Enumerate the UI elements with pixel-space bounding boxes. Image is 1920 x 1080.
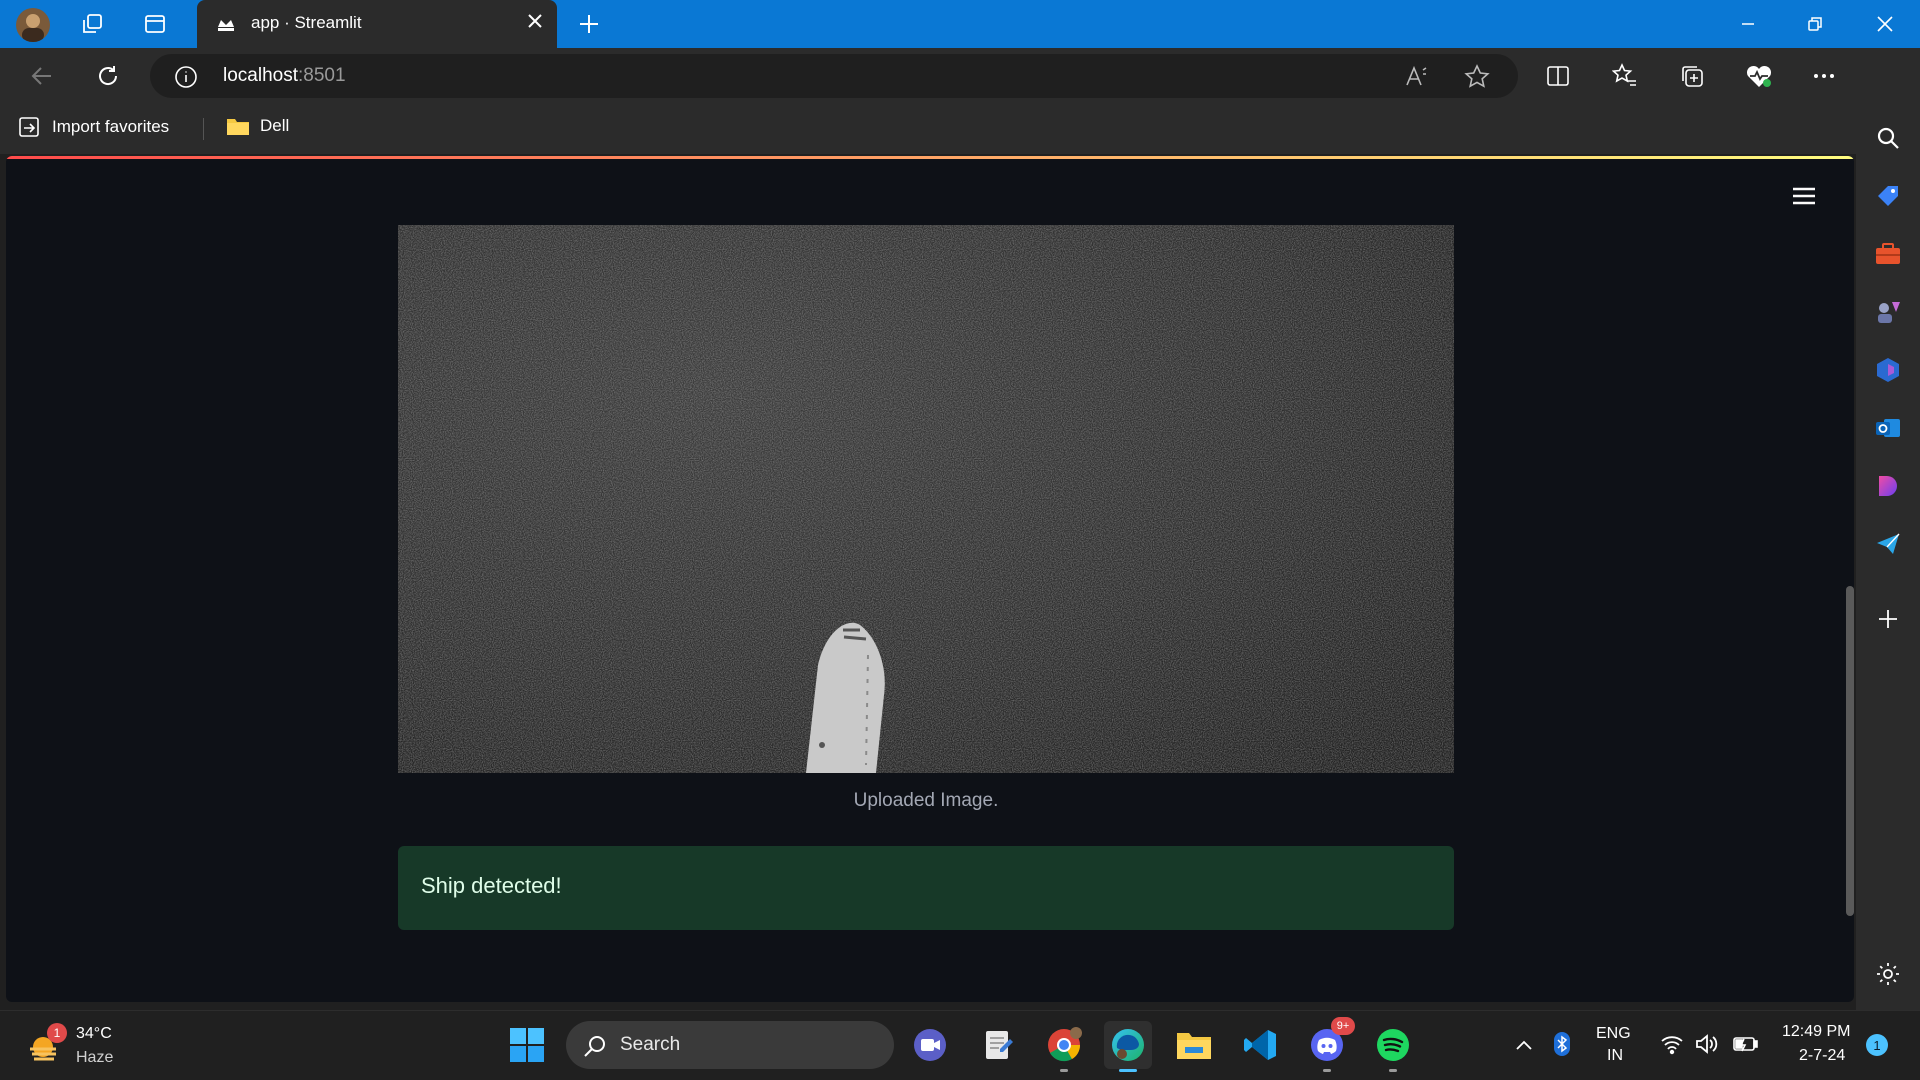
battery-icon[interactable]	[1730, 1035, 1758, 1053]
split-screen-icon[interactable]	[1542, 60, 1574, 92]
minimize-button[interactable]	[1715, 0, 1781, 48]
vscode-app-icon[interactable]	[1236, 1021, 1284, 1069]
running-indicator	[1060, 1069, 1068, 1072]
discord-app-icon[interactable]: 9+	[1303, 1017, 1355, 1072]
clock-date: 2-7-24	[1799, 1047, 1846, 1064]
chrome-app-icon[interactable]	[1040, 1021, 1088, 1072]
browser-essentials-icon[interactable]	[1743, 60, 1775, 92]
tools-briefcase-icon[interactable]	[1872, 238, 1904, 270]
running-indicator	[1389, 1069, 1397, 1072]
refresh-icon[interactable]	[92, 60, 124, 92]
weather-temperature: 34°C	[76, 1025, 112, 1042]
weather-widget[interactable]: 1	[26, 1023, 67, 1065]
search-placeholder: Search	[620, 1034, 681, 1055]
folder-label: Dell	[260, 116, 290, 135]
import-favorites-link[interactable]: Import favorites	[18, 116, 169, 138]
page-viewport: Uploaded Image. Ship detected!	[6, 156, 1854, 1002]
image-caption: Uploaded Image.	[853, 790, 999, 811]
search-icon[interactable]	[1872, 122, 1904, 154]
restore-button[interactable]	[1782, 0, 1848, 48]
active-indicator	[1119, 1069, 1137, 1072]
weather-description: Haze	[76, 1049, 114, 1066]
main-menu-icon[interactable]	[1790, 184, 1818, 208]
bluetooth-icon[interactable]	[1553, 1031, 1571, 1057]
microsoft-365-icon[interactable]	[1872, 354, 1904, 386]
profile-avatar[interactable]	[16, 8, 50, 42]
workspaces-icon[interactable]	[78, 10, 106, 38]
folder-icon	[227, 119, 249, 135]
favorites-divider	[203, 118, 204, 140]
clock-time[interactable]: 12:49 PM	[1782, 1023, 1850, 1041]
url-port: :8501	[298, 65, 346, 86]
shopping-tag-icon[interactable]	[1872, 180, 1904, 212]
show-hidden-icons-chevron-icon[interactable]	[1514, 1035, 1534, 1055]
success-alert: Ship detected!	[398, 846, 1454, 930]
tab-title: app · Streamlit	[251, 13, 362, 32]
back-arrow-icon[interactable]	[26, 60, 58, 92]
sidebar-settings-gear-icon[interactable]	[1872, 958, 1904, 990]
add-sidebar-app-icon[interactable]	[1872, 603, 1904, 635]
address-bar[interactable]: localhost:8501	[150, 54, 1518, 98]
notification-center-badge[interactable]: 1	[1866, 1034, 1888, 1056]
outlook-icon[interactable]	[1872, 412, 1904, 444]
browser-toolbar: localhost:8501	[0, 48, 1920, 104]
input-language[interactable]: ENG	[1596, 1025, 1631, 1043]
uploaded-image	[398, 225, 1454, 773]
taskbar-search[interactable]: Search	[566, 1021, 894, 1069]
running-indicator	[1323, 1069, 1331, 1072]
volume-icon[interactable]	[1694, 1033, 1720, 1055]
more-options-icon[interactable]	[1808, 60, 1840, 92]
wifi-icon[interactable]	[1660, 1033, 1684, 1055]
edge-app-icon[interactable]	[1104, 1021, 1152, 1072]
import-icon	[19, 117, 39, 137]
tab-actions-icon[interactable]	[141, 10, 169, 38]
spotify-app-icon[interactable]	[1369, 1021, 1417, 1072]
streamlit-favicon	[215, 13, 237, 35]
file-explorer-app-icon[interactable]	[1170, 1021, 1218, 1069]
close-tab-icon[interactable]	[525, 11, 545, 31]
designer-icon[interactable]	[1872, 470, 1904, 502]
search-magnifier-icon	[582, 1033, 608, 1059]
windows-taskbar: 1 34°C Haze Search 9+ ENG IN 12:49 PM 2-…	[0, 1010, 1920, 1080]
notepad-app-icon[interactable]	[974, 1021, 1022, 1069]
close-window-button[interactable]	[1852, 0, 1918, 48]
streamlit-decoration-bar	[6, 156, 1854, 159]
import-favorites-label: Import favorites	[52, 117, 170, 136]
page-scrollbar[interactable]	[1846, 586, 1854, 916]
edge-sidebar	[1856, 48, 1920, 1010]
favorites-folder-dell[interactable]: Dell	[226, 116, 289, 136]
games-icon[interactable]	[1872, 296, 1904, 328]
favorites-list-icon[interactable]	[1609, 60, 1641, 92]
read-aloud-icon[interactable]	[1404, 64, 1430, 90]
send-telegram-icon[interactable]	[1872, 528, 1904, 560]
new-tab-icon[interactable]	[575, 10, 603, 38]
input-region: IN	[1607, 1047, 1623, 1064]
favorites-bar: Import favorites Dell	[0, 104, 1856, 154]
url-host: localhost	[223, 65, 298, 86]
site-info-icon[interactable]	[174, 65, 198, 89]
browser-tab-active[interactable]: app · Streamlit	[197, 0, 557, 48]
collections-icon[interactable]	[1676, 60, 1708, 92]
start-button[interactable]	[503, 1021, 551, 1069]
meet-app-icon[interactable]	[906, 1021, 954, 1069]
url-text: localhost:8501	[223, 65, 346, 87]
alert-message: Ship detected!	[421, 873, 562, 898]
favorite-star-icon[interactable]	[1464, 64, 1490, 90]
weather-badge: 1	[47, 1023, 67, 1043]
browser-title-bar: app · Streamlit	[0, 0, 1920, 48]
discord-badge: 9+	[1331, 1017, 1355, 1035]
windows-logo-icon	[510, 1028, 544, 1062]
